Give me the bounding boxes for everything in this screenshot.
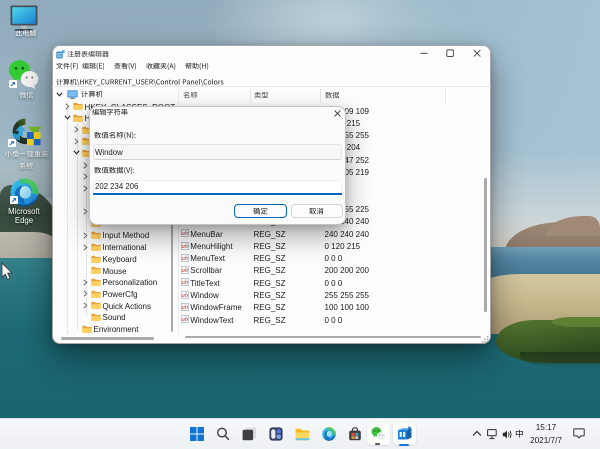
svg-text:ab: ab (182, 316, 189, 323)
svg-text:ab: ab (182, 280, 189, 287)
svg-text:ab: ab (182, 255, 189, 262)
svg-text:ab: ab (182, 292, 189, 299)
svg-text:ab: ab (182, 243, 189, 250)
svg-text:ab: ab (182, 267, 189, 274)
svg-text:ab: ab (182, 230, 189, 237)
svg-text:ab: ab (182, 304, 189, 311)
